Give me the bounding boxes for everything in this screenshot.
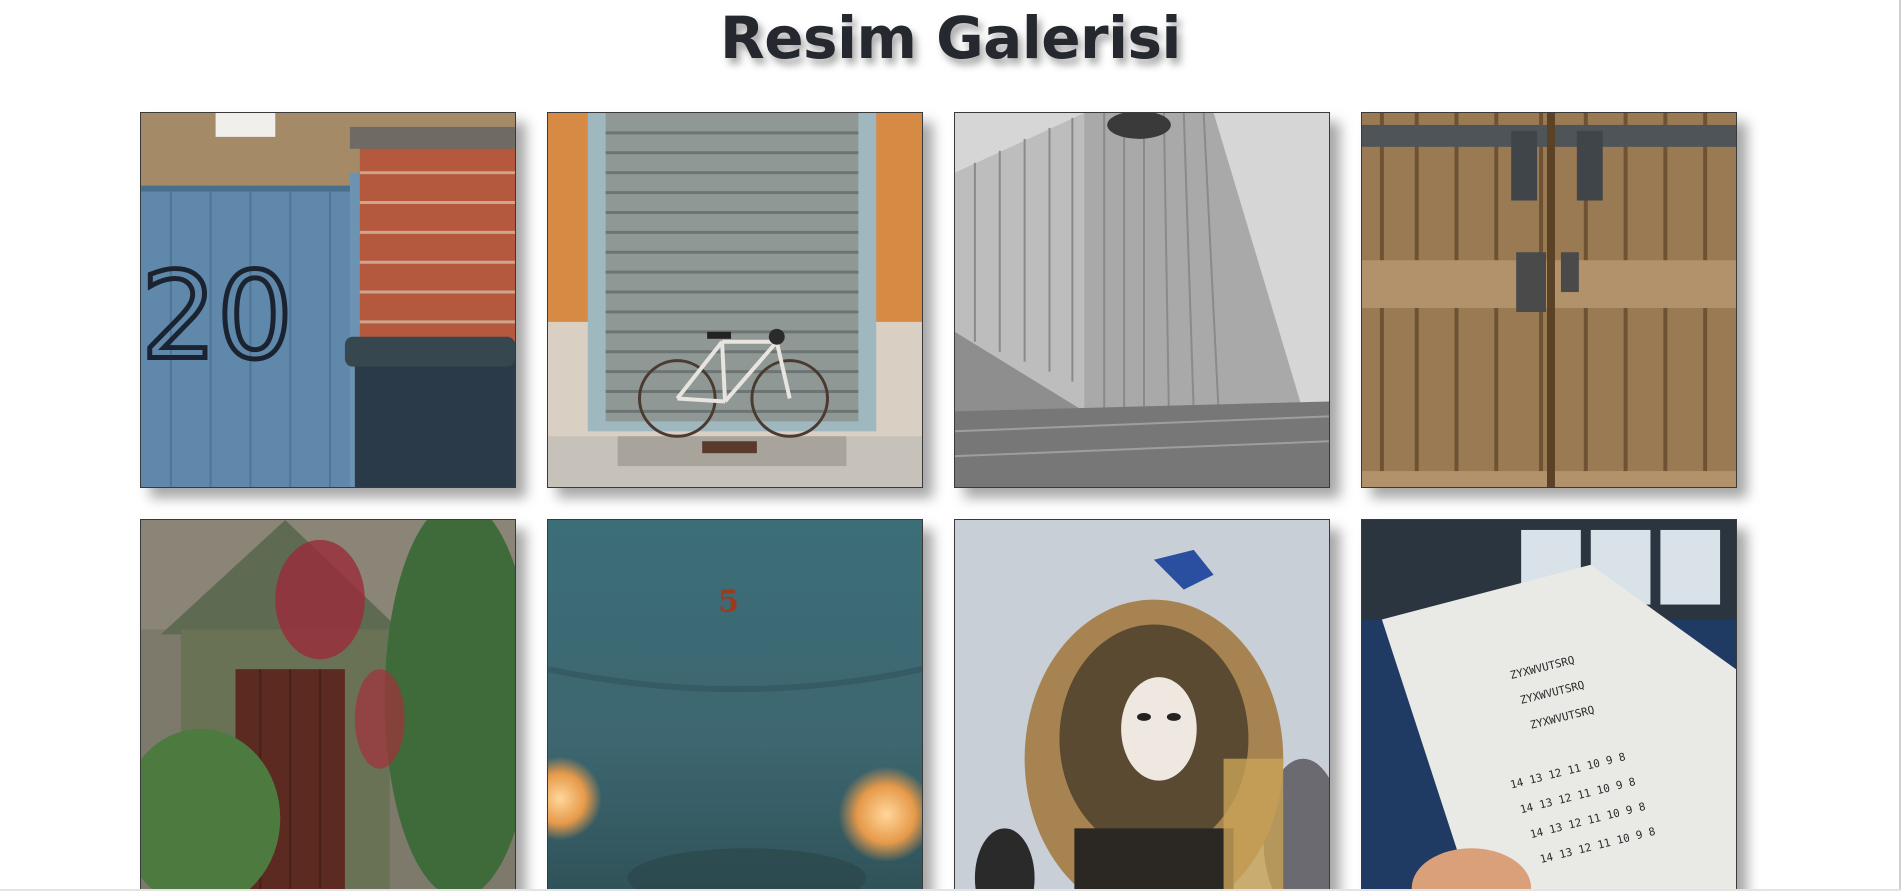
painted-number: 20 (141, 248, 293, 387)
bicycle-image (548, 113, 922, 487)
gallery-image-1[interactable]: 20 (140, 112, 516, 488)
gallery-image-8[interactable]: ZYXWVUTSRQ ZYXWVUTSRQ ZYXWVUTSRQ 14 13 1… (1361, 519, 1737, 891)
page-title: Resim Galerisi (720, 4, 1181, 72)
blue-gate-image: 20 (141, 113, 515, 487)
gallery-image-3[interactable] (954, 112, 1330, 488)
gallery-page: Resim Galerisi 20 5 ZYXWVUTSRQ ZYXWVUTSR… (0, 0, 1901, 891)
gallery-image-5[interactable] (140, 519, 516, 891)
shed-image (141, 520, 515, 891)
gallery-image-4[interactable] (1361, 112, 1737, 488)
building-image (955, 113, 1329, 487)
wooden-door-image (1362, 113, 1736, 487)
gallery-image-6[interactable]: 5 (547, 519, 923, 891)
image-gallery: 20 5 ZYXWVUTSRQ ZYXWVUTSRQ ZYXWVUTSRQ 14… (140, 112, 1738, 891)
gallery-image-7[interactable] (954, 519, 1330, 891)
lights-image: 5 (548, 520, 922, 891)
floating-figure: 5 (718, 585, 739, 620)
ticket-image: ZYXWVUTSRQ ZYXWVUTSRQ ZYXWVUTSRQ 14 13 1… (1362, 520, 1736, 891)
gallery-image-2[interactable] (547, 112, 923, 488)
carnival-mask-image (955, 520, 1329, 891)
